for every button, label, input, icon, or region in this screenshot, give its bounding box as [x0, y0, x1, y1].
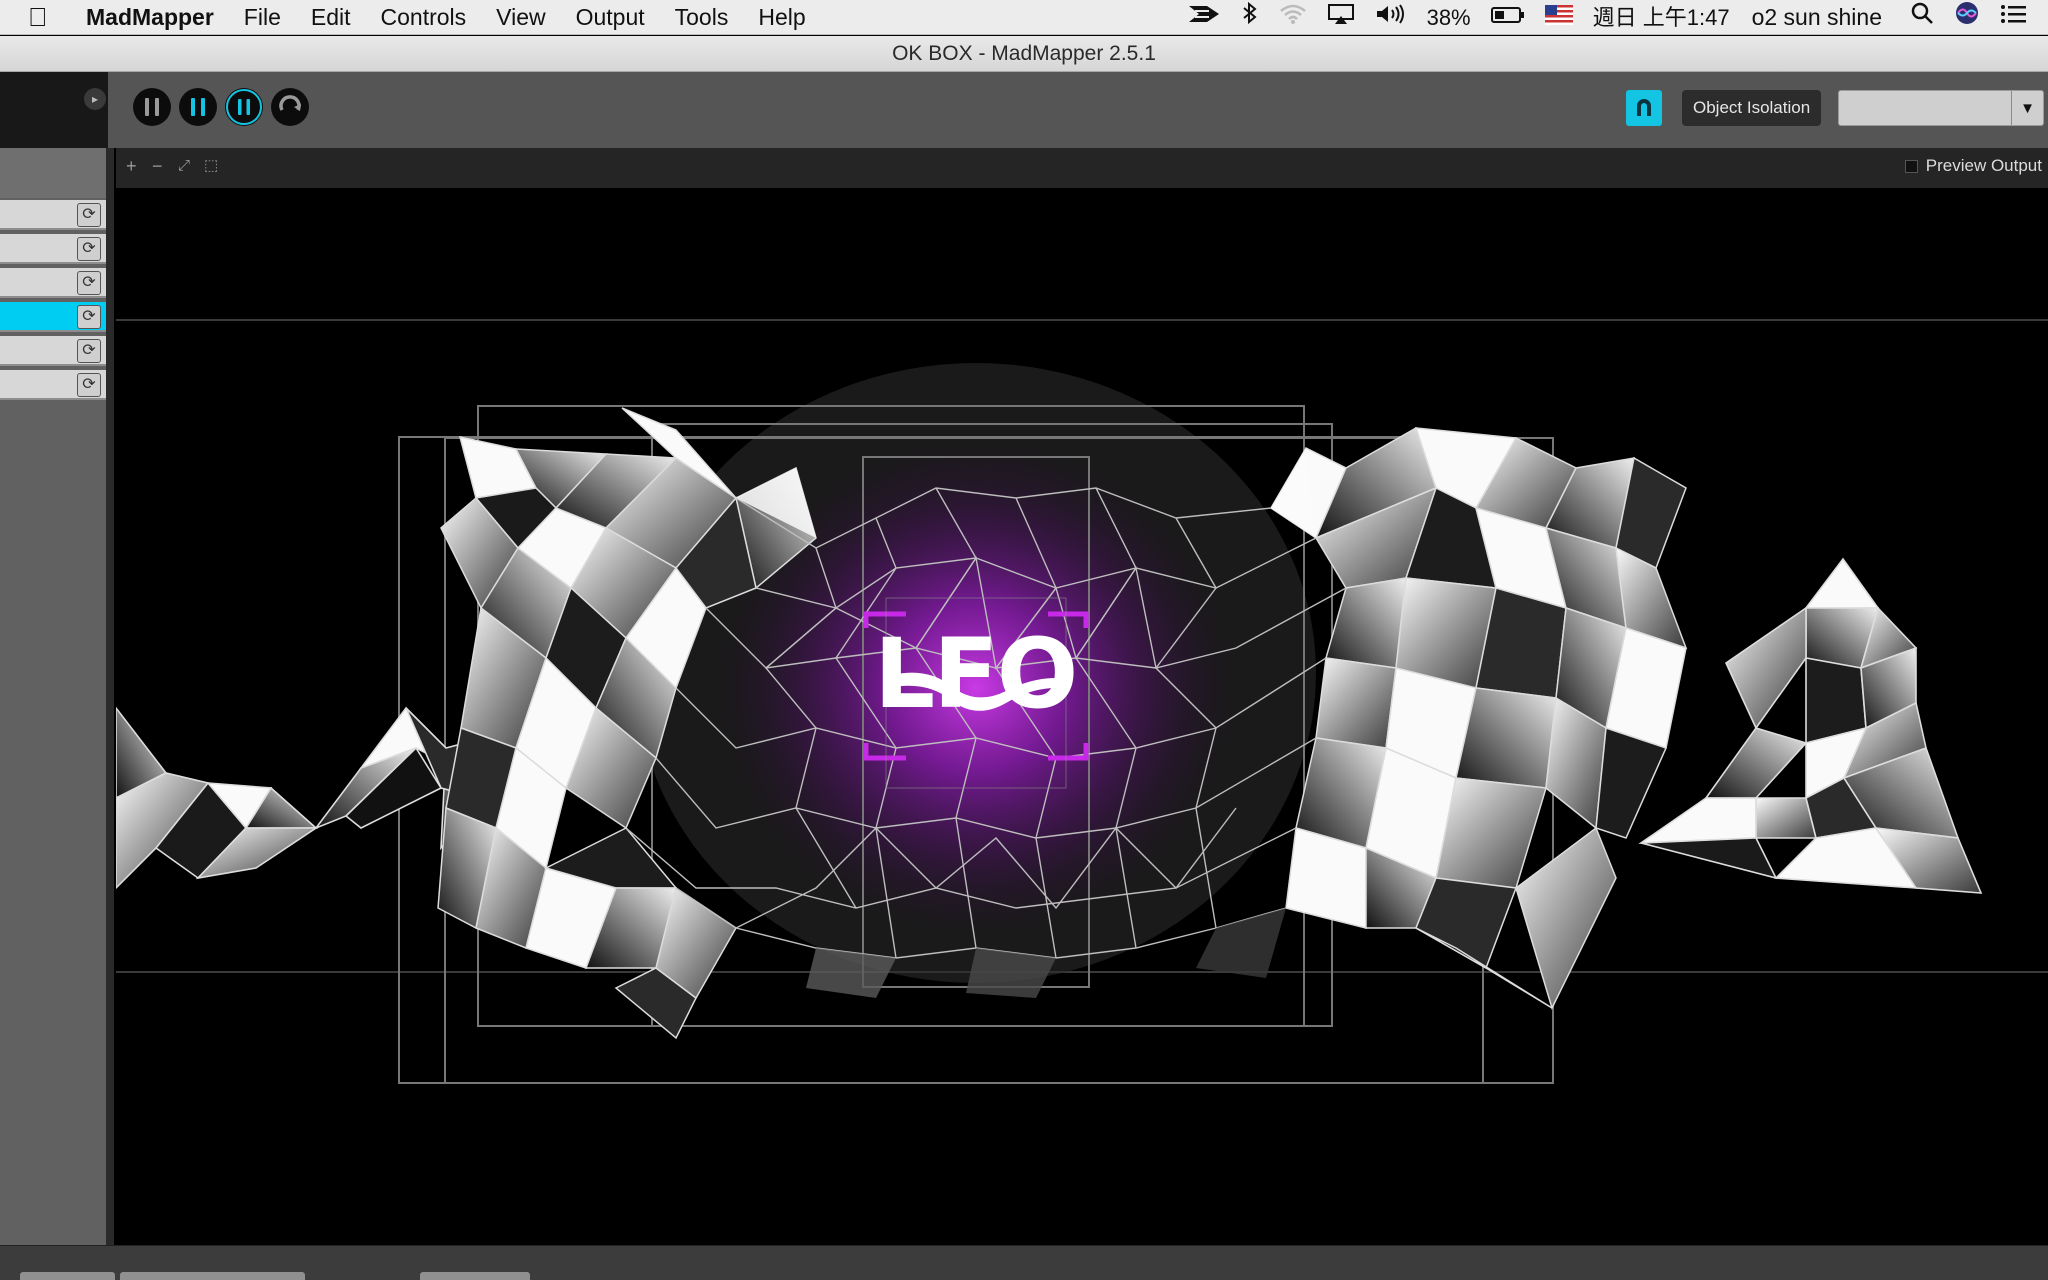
bluetooth-icon[interactable]	[1231, 0, 1269, 35]
pause-icon	[134, 89, 170, 125]
thumbnail-tab[interactable]	[120, 1272, 305, 1280]
siri-icon[interactable]	[1944, 0, 1990, 36]
panel-divider[interactable]	[106, 148, 114, 1245]
loop-icon[interactable]: ⟳	[77, 271, 101, 295]
thumbnail-tab[interactable]	[420, 1272, 530, 1280]
volume-icon[interactable]	[1365, 0, 1417, 35]
pause-media-button[interactable]	[179, 88, 217, 126]
pause-blue-icon	[180, 89, 216, 125]
loop-icon[interactable]: ⟳	[77, 339, 101, 363]
preview-output-label: Preview Output	[1925, 156, 2042, 175]
loop-icon[interactable]: ⟳	[77, 237, 101, 261]
preview-output-checkbox[interactable]	[1904, 159, 1918, 173]
wifi-icon[interactable]	[1269, 0, 1317, 35]
right-mesh-fragment	[1638, 557, 1983, 894]
bottom-thumbnail-strip	[0, 1245, 2048, 1280]
fit-view-icon[interactable]: ⤢	[178, 156, 190, 176]
lfo-label: LFO	[874, 618, 1078, 730]
zoom-in-icon[interactable]: +	[126, 156, 137, 176]
chevron-down-icon[interactable]: ▼	[2011, 91, 2043, 125]
menubar-clock[interactable]: 週日 上午1:47	[1583, 0, 1740, 35]
toolbar: ▸ Object Isolation ▼	[0, 72, 2048, 148]
layer-row-5[interactable]: ⟳	[0, 336, 106, 366]
pause-circle-icon	[226, 89, 262, 125]
thumbnail-tab[interactable]	[20, 1272, 115, 1280]
menu-output[interactable]: Output	[561, 0, 660, 35]
restart-icon	[272, 89, 308, 125]
menubar:  MadMapper File Edit Controls View Outp…	[0, 0, 2048, 35]
select-rect-icon[interactable]: ⬚	[204, 156, 218, 176]
menu-tools[interactable]: Tools	[660, 0, 744, 35]
mesh-canvas	[116, 319, 2048, 1084]
toolbar-left-panel	[0, 72, 108, 148]
menu-file[interactable]: File	[229, 0, 296, 35]
pause-outlined-button[interactable]	[225, 88, 263, 126]
layer-row-2[interactable]: ⟳	[0, 234, 106, 264]
battery-icon[interactable]	[1481, 0, 1535, 35]
layer-row-3[interactable]: ⟳	[0, 268, 106, 298]
us-flag-icon[interactable]	[1535, 0, 1583, 35]
loop-icon[interactable]: ⟳	[77, 203, 101, 227]
viewport-toolbar: + − ⤢ ⬚ Preview Output	[116, 148, 2048, 188]
preview-output-toggle[interactable]: Preview Output	[1904, 156, 2042, 176]
menu-view[interactable]: View	[481, 0, 560, 35]
spotlight-search-icon[interactable]	[1900, 0, 1944, 35]
loop-icon[interactable]: ⟳	[77, 305, 101, 329]
layer-row-1[interactable]: ⟳	[0, 200, 106, 230]
airplay-icon[interactable]	[1317, 0, 1365, 35]
pause-all-button[interactable]	[133, 88, 171, 126]
restart-button[interactable]	[271, 88, 309, 126]
layer-row-4-selected[interactable]: ⟳	[0, 302, 106, 332]
window-title: OK BOX - MadMapper 2.5.1	[0, 36, 2048, 72]
magnet-icon[interactable]	[1626, 90, 1662, 126]
bird-status-icon[interactable]	[1177, 0, 1231, 35]
menu-help[interactable]: Help	[743, 0, 820, 35]
menu-edit[interactable]: Edit	[296, 0, 366, 35]
battery-percent: 38%	[1426, 5, 1471, 30]
layer-row-6[interactable]: ⟳	[0, 370, 106, 400]
main-mesh-right	[1269, 426, 1688, 1011]
menubar-user[interactable]: o2 sun shine	[1740, 0, 1900, 35]
menu-app[interactable]: MadMapper	[72, 0, 229, 35]
collapse-panel-icon[interactable]: ▸	[84, 88, 106, 110]
layers-header	[0, 148, 106, 198]
loop-icon[interactable]: ⟳	[77, 373, 101, 397]
mapping-viewport[interactable]: + − ⤢ ⬚ Preview Output LFO	[116, 148, 2048, 1245]
projection-stage[interactable]: LFO	[116, 188, 2048, 1245]
notification-center-icon[interactable]	[1990, 0, 2048, 35]
object-isolation-button[interactable]: Object Isolation	[1682, 90, 1822, 126]
zoom-out-icon[interactable]: −	[152, 156, 163, 176]
object-isolation-select[interactable]: ▼	[1838, 90, 2044, 126]
layers-panel: ⟳ ⟳ ⟳ ⟳ ⟳ ⟳	[0, 148, 114, 1245]
menu-controls[interactable]: Controls	[366, 0, 482, 35]
apple-menu-icon[interactable]: 	[28, 0, 72, 35]
